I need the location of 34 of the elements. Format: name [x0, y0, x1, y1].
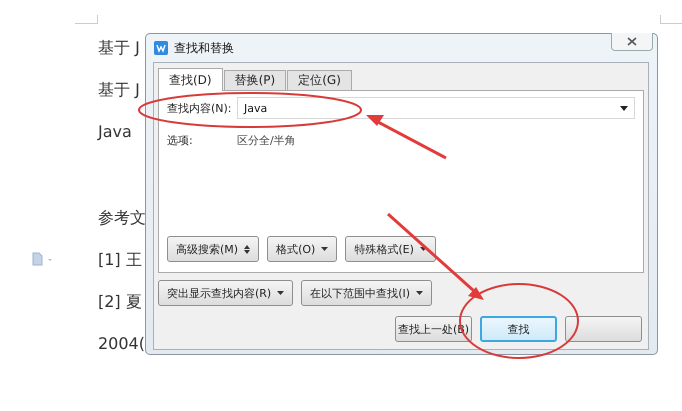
- options-label: 选项:: [167, 133, 194, 148]
- dropdown-arrow-icon: [277, 291, 284, 295]
- document-text: 参考文: [98, 207, 146, 229]
- window-title: 查找和替换: [174, 40, 234, 56]
- document-icon[interactable]: [32, 252, 54, 266]
- page-corner-mark: [75, 15, 98, 24]
- dropdown-arrow-icon: [416, 291, 424, 295]
- dropdown-arrow-icon: [321, 247, 328, 251]
- dropdown-arrow-icon: [620, 106, 628, 110]
- dropdown-arrow-icon: [420, 247, 427, 251]
- close-button[interactable]: [611, 33, 653, 51]
- menu-button[interactable]: 格式(O): [267, 236, 338, 262]
- menu-button[interactable]: 在以下范围中查找(I): [301, 280, 432, 306]
- close-icon: [627, 37, 637, 46]
- app-logo-icon: [154, 41, 168, 55]
- document-text: 2004(: [98, 333, 146, 355]
- menu-button[interactable]: 特殊格式(E): [345, 236, 436, 262]
- menu-button[interactable]: 突出显示查找内容(R): [158, 280, 294, 306]
- options-value: 区分全/半角: [237, 133, 296, 148]
- tab[interactable]: 查找(D): [158, 68, 223, 91]
- document-text: [1] 王: [98, 249, 143, 271]
- document-text: Java: [98, 121, 133, 143]
- expand-arrows-icon: [244, 244, 250, 254]
- tab[interactable]: 定位(G): [287, 70, 352, 90]
- menu-button[interactable]: 高级搜索(M): [167, 236, 260, 262]
- action-button[interactable]: 查找: [480, 316, 557, 342]
- page-corner-mark: [660, 15, 682, 24]
- find-field[interactable]: Java: [237, 97, 635, 119]
- document-text: 基于 J: [98, 79, 141, 101]
- action-button[interactable]: [565, 316, 642, 342]
- field-label: 查找内容(N):: [167, 100, 231, 116]
- tab[interactable]: 替换(P): [224, 70, 286, 90]
- document-text: [2] 夏: [98, 291, 143, 313]
- document-text: 基于 J: [98, 37, 141, 59]
